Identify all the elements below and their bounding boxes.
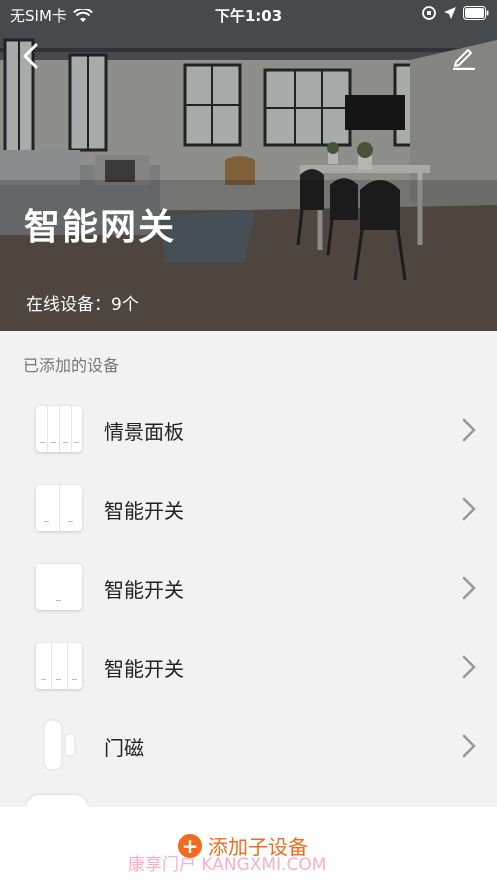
double-switch-icon — [36, 485, 82, 531]
online-devices-count: 在线设备：9个 — [26, 295, 139, 315]
device-row-smart-switch-single[interactable]: 智能开关 — [0, 548, 497, 627]
device-name: 门磁 — [104, 736, 144, 760]
status-bar: 无SIM卡 下午1:03 — [0, 0, 497, 30]
device-name: 智能开关 — [104, 499, 184, 523]
location-icon — [444, 7, 456, 19]
chevron-right-icon — [462, 497, 476, 521]
chevron-right-icon — [462, 655, 476, 679]
device-row-smart-switch-triple[interactable]: 智能开关 — [0, 627, 497, 706]
battery-icon — [463, 6, 489, 20]
room-background-image — [0, 0, 497, 331]
device-name: 智能开关 — [104, 657, 184, 681]
device-row-smart-switch-double[interactable]: 智能开关 — [0, 469, 497, 548]
edit-pencil-icon[interactable] — [451, 44, 477, 70]
chevron-right-icon — [462, 576, 476, 600]
triple-switch-icon — [36, 643, 82, 689]
watermark: 康享门户 KANGXMI.COM — [128, 855, 327, 875]
device-row-door-sensor[interactable]: 门磁 — [0, 706, 497, 785]
device-name: 智能开关 — [104, 578, 184, 602]
header-hero: 无SIM卡 下午1:03 智能网关 在线设备：9个 — [0, 0, 497, 331]
door-sensor-icon — [43, 719, 76, 771]
back-arrow-icon[interactable] — [18, 42, 46, 70]
orientation-lock-icon — [422, 6, 436, 20]
device-row-scene-panel[interactable]: 情景面板 — [0, 390, 497, 469]
chevron-right-icon — [462, 734, 476, 758]
added-devices-section-label: 已添加的设备 — [23, 356, 120, 375]
single-switch-icon — [36, 564, 82, 610]
scene-panel-icon — [36, 406, 82, 452]
device-name: 情景面板 — [104, 420, 184, 444]
chevron-right-icon — [462, 418, 476, 442]
page-title: 智能网关 — [24, 207, 177, 248]
device-list: 情景面板 智能开关 智能开关 智能开关 门磁 — [0, 390, 497, 785]
